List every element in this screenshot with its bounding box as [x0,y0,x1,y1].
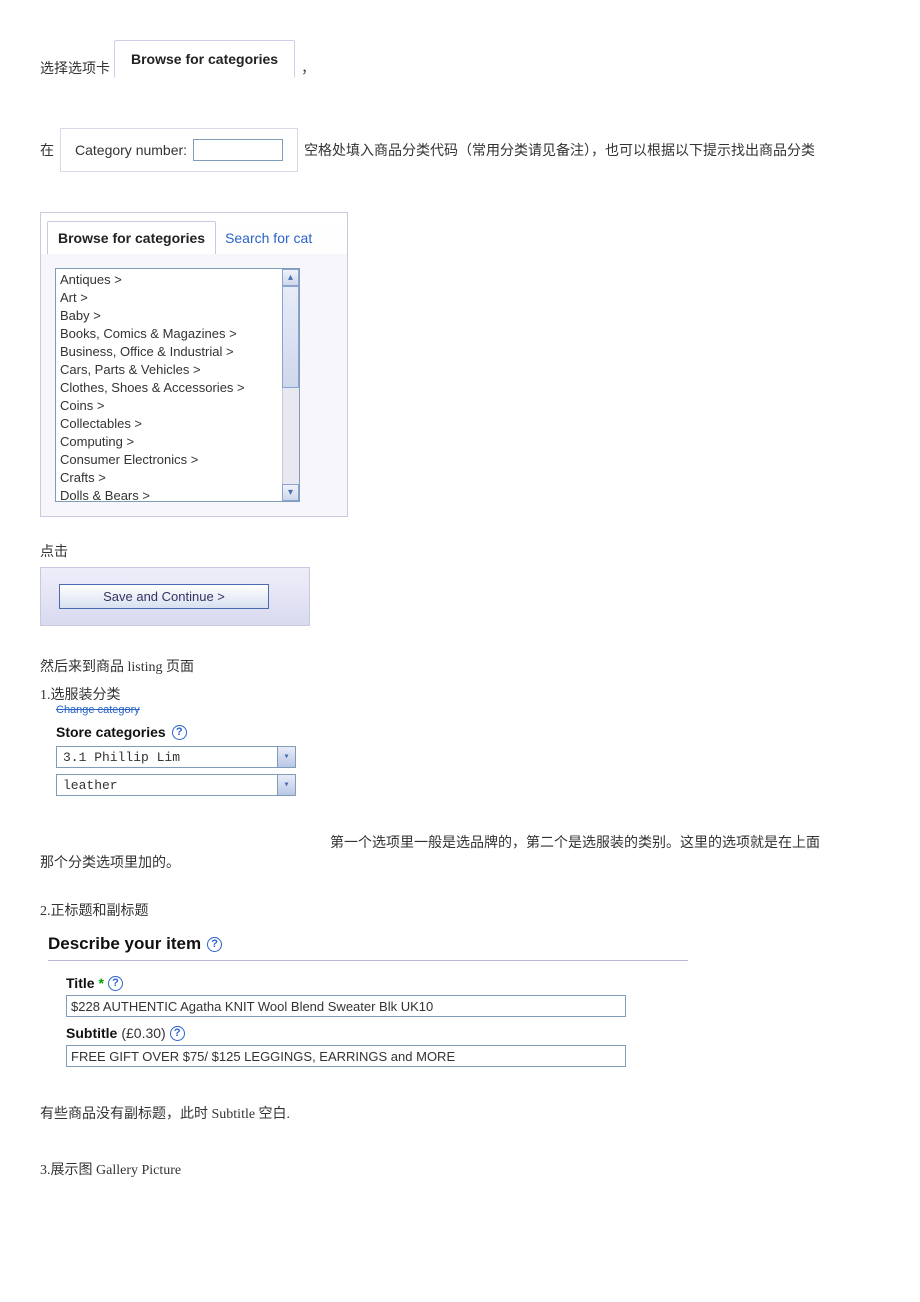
scroll-down-icon[interactable]: ▾ [282,484,299,501]
describe-item-heading: Describe your item [48,934,201,954]
category-item[interactable]: Books, Comics & Magazines > [60,325,295,343]
subtitle-field-block: Subtitle (£0.30) ? [66,1025,880,1067]
category-list: Antiques > Art > Baby > Books, Comics & … [56,269,299,502]
category-item[interactable]: Computing > [60,433,295,451]
browse-categories-panel: Browse for categories Search for cat Ant… [40,212,348,517]
para-step-2: 2.正标题和副标题 [40,900,880,920]
store-categories-heading: Store categories [56,724,166,740]
intro-suffix-1: ， [301,58,315,78]
help-icon[interactable]: ? [172,725,187,740]
category-item[interactable]: Collectables > [60,415,295,433]
title-input[interactable] [66,995,626,1017]
subtitle-label-row: Subtitle (£0.30) ? [66,1025,880,1041]
store-category-brand-value: 3.1 Phillip Lim [57,750,277,765]
browse-tabs-row: Browse for categories Search for cat [41,213,347,254]
scroll-thumb[interactable] [282,286,299,388]
subtitle-price: (£0.30) [121,1025,165,1041]
store-category-type-dropdown[interactable]: leather ▾ [56,774,296,796]
intro-line-2: 在 Category number: 空格处填入商品分类代码（常用分类请见备注）… [40,128,880,172]
category-item[interactable]: Consumer Electronics > [60,451,295,469]
help-icon[interactable]: ? [170,1026,185,1041]
intro-suffix-2: 空格处填入商品分类代码（常用分类请见备注），也可以根据以下提示找出商品分类 [304,140,815,160]
save-continue-panel: Save and Continue > [40,567,310,626]
help-icon[interactable]: ? [207,937,222,952]
describe-item-heading-row: Describe your item ? [48,934,880,954]
intro-prefix-1: 选择选项卡 [40,58,110,78]
category-item[interactable]: Clothes, Shoes & Accessories > [60,379,295,397]
save-continue-button[interactable]: Save and Continue > [59,584,269,609]
para-no-subtitle: 有些商品没有副标题，此时 Subtitle 空白. [40,1103,880,1123]
store-categories-heading-row: Store categories ? [56,724,296,740]
category-item[interactable]: Baby > [60,307,295,325]
store-category-brand-dropdown[interactable]: 3.1 Phillip Lim ▾ [56,746,296,768]
title-label: Title [66,975,95,991]
tab-search-categories[interactable]: Search for cat [216,221,321,254]
scroll-up-icon[interactable]: ▴ [282,269,299,286]
category-listbox[interactable]: Antiques > Art > Baby > Books, Comics & … [55,268,300,502]
para-note-block: 第一个选项里一般是选品牌的，第二个是选服装的类别。这里的选项就是在上面 那个分类… [40,832,880,872]
title-field-block: Title * ? [66,975,880,1017]
para-note-1a: 第一个选项里一般是选品牌的，第二个是选服装的类别。这里的选项就是在上面 [40,832,880,852]
subtitle-label: Subtitle [66,1025,117,1041]
category-item[interactable]: Business, Office & Industrial > [60,343,295,361]
change-category-link[interactable]: Change category [56,704,880,716]
browse-categories-tab-image: Browse for categories [114,40,295,78]
browse-categories-tab-label: Browse for categories [131,51,278,67]
divider [48,960,688,961]
chevron-down-icon[interactable]: ▾ [277,747,295,767]
intro-line-1: 选择选项卡 Browse for categories ， [40,40,880,78]
store-category-type-value: leather [57,778,277,793]
listbox-scrollbar[interactable]: ▴ ▾ [282,269,299,501]
para-step-1: 1.选服装分类 [40,684,880,704]
click-label: 点击 [40,541,880,561]
para-note-1b: 那个分类选项里加的。 [40,852,880,872]
store-categories-panel: Store categories ? 3.1 Phillip Lim ▾ lea… [56,724,296,796]
category-item[interactable]: Antiques > [60,271,295,289]
category-item[interactable]: Art > [60,289,295,307]
chevron-down-icon[interactable]: ▾ [277,775,295,795]
category-number-label: Category number: [75,142,187,158]
help-icon[interactable]: ? [108,976,123,991]
category-item[interactable]: Cars, Parts & Vehicles > [60,361,295,379]
title-label-row: Title * ? [66,975,880,991]
intro-prefix-2: 在 [40,140,54,160]
category-item[interactable]: Dolls & Bears > [60,487,295,502]
category-number-input[interactable] [193,139,283,161]
category-listbox-wrap: Antiques > Art > Baby > Books, Comics & … [41,254,347,516]
category-number-image: Category number: [60,128,298,172]
para-step-3: 3.展示图 Gallery Picture [40,1159,880,1179]
subtitle-input[interactable] [66,1045,626,1067]
tab-browse-categories[interactable]: Browse for categories [47,221,216,254]
required-star-icon: * [99,975,104,991]
category-item[interactable]: Crafts > [60,469,295,487]
para-listing-page: 然后来到商品 listing 页面 [40,656,880,676]
category-item[interactable]: Coins > [60,397,295,415]
